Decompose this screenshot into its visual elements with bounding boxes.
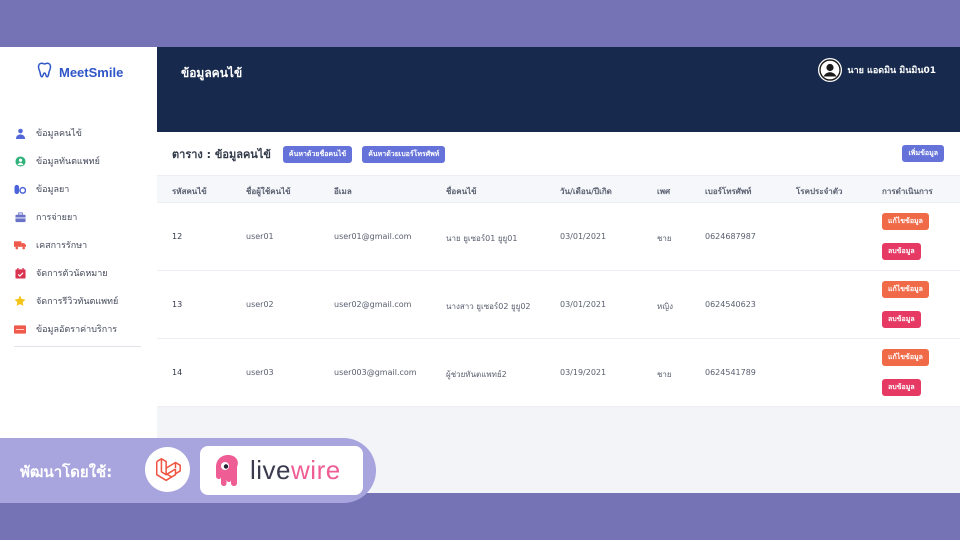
search-by-phone-button[interactable]: ค้นหาด้วยเบอร์โทรศัพท์: [362, 145, 446, 163]
sidebar-item-label: จัดการตัวนัดหมาย: [36, 269, 108, 279]
sidebar-item-label: จัดการรีวิวทันตแพทย์: [36, 297, 119, 307]
table-title: ตาราง : ข้อมูลคนไข้: [172, 148, 271, 161]
delete-button[interactable]: ลบข้อมูล: [882, 311, 921, 328]
cell-phone: 0624541789: [705, 368, 756, 377]
cell-email: user01@gmail.com: [334, 232, 412, 241]
user-name: นาย แอดมิน มินมิน01: [847, 66, 936, 76]
add-patient-button[interactable]: เพิ่มข้อมูล: [902, 145, 944, 162]
cell-email: user02@gmail.com: [334, 300, 412, 309]
page-title: ข้อมูลคนไข้: [181, 66, 243, 80]
column-header: การดำเนินการ: [882, 187, 933, 196]
calendar-icon: [14, 267, 26, 279]
cell-username: user02: [246, 300, 274, 309]
column-header: อีเมล: [334, 187, 352, 196]
tech-stack-banner: พัฒนาโดยใช้: livewire: [0, 438, 376, 503]
banner-text: พัฒนาโดยใช้:: [20, 463, 113, 481]
table-row: 14 user03 user003@gmail.com ผู้ช่วยทันตแ…: [157, 339, 960, 407]
sidebar-item-label: ข้อมูลคนไข้: [36, 129, 82, 139]
tooth-icon: [37, 61, 55, 83]
cell-gender: ชาย: [657, 234, 672, 243]
livewire-mascot-icon: [216, 454, 238, 486]
table-row: 13 user02 user02@gmail.com นางสาว ยูเซอร…: [157, 271, 960, 339]
column-header: เพศ: [657, 187, 671, 196]
search-by-name-button[interactable]: ค้นหาด้วยชื่อคนไข้: [282, 145, 353, 163]
cell-email: user003@gmail.com: [334, 368, 417, 377]
laravel-icon: [155, 457, 181, 481]
cell-birthdate: 03/01/2021: [560, 232, 607, 241]
edit-button[interactable]: แก้ไขข้อมูล: [882, 213, 929, 230]
cell-gender: ชาย: [657, 370, 672, 379]
pills-icon: [14, 183, 26, 195]
livewire-wordmark-a: live: [250, 455, 292, 485]
cell-patient-name: นางสาว ยูเซอร์02 ยูยู02: [446, 302, 531, 311]
sidebar-menu: ข้อมูลคนไข้ ข้อมูลทันตแพทย์ ข้อมูลยา การ…: [14, 119, 144, 343]
column-header: โรคประจำตัว: [796, 187, 843, 196]
sidebar-item-patients[interactable]: ข้อมูลคนไข้: [14, 119, 144, 147]
cell-patient-id: 12: [172, 232, 183, 241]
cell-patient-id: 13: [172, 300, 183, 309]
top-bar: ข้อมูลคนไข้ นาย แอดมิน มินมิน01: [157, 47, 960, 132]
sidebar-divider: [14, 346, 141, 347]
sidebar-item-label: ข้อมูลทันตแพทย์: [36, 157, 100, 167]
column-header: เบอร์โทรศัพท์: [705, 187, 752, 196]
edit-button[interactable]: แก้ไขข้อมูล: [882, 281, 929, 298]
livewire-wordmark-b: wire: [291, 455, 341, 485]
cell-patient-id: 14: [172, 368, 183, 377]
truck-icon: [14, 239, 26, 251]
sidebar-item-reviews[interactable]: จัดการรีวิวทันตแพทย์: [14, 287, 144, 315]
sidebar-item-treatment-cases[interactable]: เคสการรักษา: [14, 231, 144, 259]
cell-birthdate: 03/19/2021: [560, 368, 607, 377]
briefcase-icon: [14, 211, 26, 223]
sidebar-item-label: ข้อมูลอัตราค่าบริการ: [36, 325, 118, 335]
column-header: ชื่อผู้ใช้คนไข้: [246, 187, 291, 196]
cell-gender: หญิง: [657, 302, 673, 311]
sidebar-item-label: ข้อมูลยา: [36, 185, 70, 195]
doctor-icon: [14, 155, 26, 167]
table-row: 12 user01 user01@gmail.com นาย ยูเซอร์01…: [157, 203, 960, 271]
cell-phone: 0624687987: [705, 232, 756, 241]
livewire-logo: livewire: [200, 446, 363, 495]
column-header: วัน/เดือน/ปีเกิด: [560, 187, 612, 196]
sidebar-item-appointments[interactable]: จัดการตัวนัดหมาย: [14, 259, 144, 287]
livewire-wordmark: livewire: [250, 455, 341, 486]
sidebar-item-service-rates[interactable]: ข้อมูลอัตราค่าบริการ: [14, 315, 144, 343]
cell-username: user01: [246, 232, 274, 241]
cell-phone: 0624540623: [705, 300, 756, 309]
logo-text: MeetSmile: [59, 64, 124, 80]
price-tag-icon: [14, 323, 26, 335]
app-window: MeetSmile ข้อมูลคนไข้ ข้อมูลทันตแพทย์ ข้…: [0, 47, 960, 493]
sidebar-item-label: การจ่ายยา: [36, 213, 78, 223]
cell-birthdate: 03/01/2021: [560, 300, 607, 309]
user-menu[interactable]: นาย แอดมิน มินมิน01: [818, 58, 936, 82]
cell-username: user03: [246, 368, 274, 377]
delete-button[interactable]: ลบข้อมูล: [882, 379, 921, 396]
table-toolbar: ตาราง : ข้อมูลคนไข้ ค้นหาด้วยชื่อคนไข้ ค…: [172, 145, 446, 163]
laravel-logo: [145, 447, 190, 492]
patients-table-card: ตาราง : ข้อมูลคนไข้ ค้นหาด้วยชื่อคนไข้ ค…: [157, 132, 960, 407]
user-avatar-icon: [819, 59, 842, 81]
table-header: รหัสคนไข้ ชื่อผู้ใช้คนไข้ อีเมล ชื่อคนไข…: [157, 175, 960, 203]
sidebar-item-medicine[interactable]: ข้อมูลยา: [14, 175, 144, 203]
sidebar: MeetSmile ข้อมูลคนไข้ ข้อมูลทันตแพทย์ ข้…: [0, 47, 157, 493]
column-header: รหัสคนไข้: [172, 187, 207, 196]
column-header: ชื่อคนไข้: [446, 187, 477, 196]
cell-patient-name: นาย ยูเซอร์01 ยูยู01: [446, 234, 518, 243]
logo[interactable]: MeetSmile: [37, 61, 123, 83]
sidebar-item-label: เคสการรักษา: [36, 241, 88, 251]
star-icon: [14, 295, 26, 307]
edit-button[interactable]: แก้ไขข้อมูล: [882, 349, 929, 366]
cell-patient-name: ผู้ช่วยทันตแพทย์2: [446, 370, 507, 379]
sidebar-item-dispense[interactable]: การจ่ายยา: [14, 203, 144, 231]
delete-button[interactable]: ลบข้อมูล: [882, 243, 921, 260]
sidebar-item-dentists[interactable]: ข้อมูลทันตแพทย์: [14, 147, 144, 175]
avatar: [818, 58, 843, 82]
user-icon: [14, 127, 26, 139]
